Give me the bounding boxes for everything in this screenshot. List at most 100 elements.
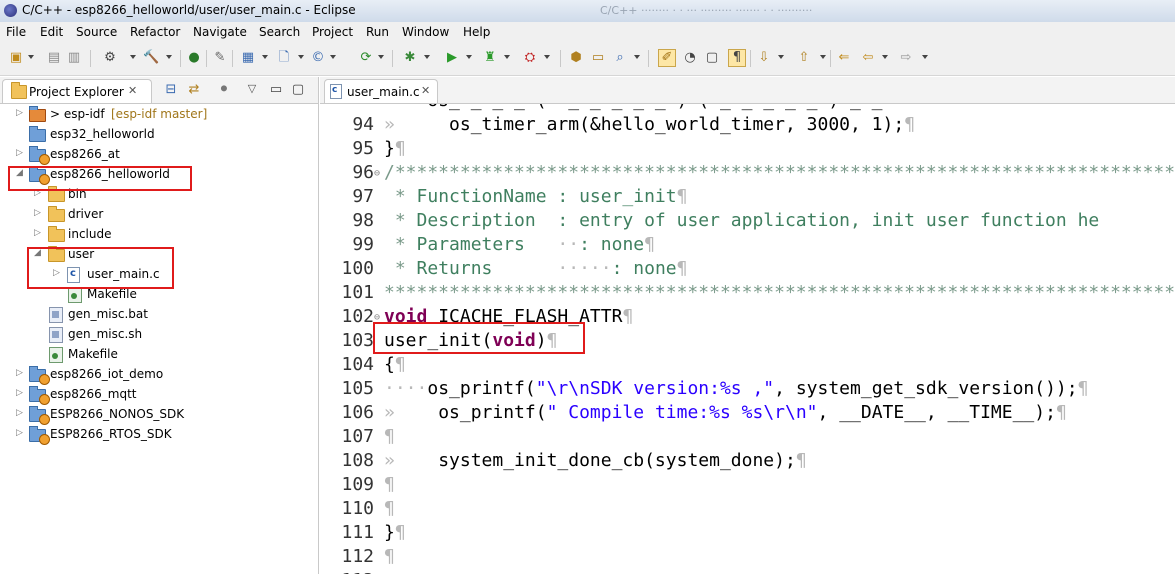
- expand-icon[interactable]: ▷: [16, 368, 26, 378]
- prev-annotation-icon[interactable]: ⇧: [796, 50, 812, 66]
- fold-toggle-icon[interactable]: ⊖: [374, 168, 380, 179]
- code-line[interactable]: }¶: [384, 138, 406, 159]
- new-source-icon[interactable]: 🗋: [276, 50, 292, 66]
- minimize-icon[interactable]: ▭: [268, 82, 284, 98]
- project-icon: [29, 426, 50, 445]
- tree-item-esp-idf[interactable]: ▷ > esp-idf [esp-idf master]: [0, 105, 318, 125]
- tree-item-esp8266-mqtt[interactable]: ▷ esp8266_mqtt: [0, 385, 318, 405]
- close-icon[interactable]: ✕: [128, 84, 137, 97]
- tab-user-main-c[interactable]: c user_main.c ✕: [324, 79, 438, 103]
- explorer-tab-bar: Project Explorer ✕ ⊟ ⇄ ⚫ ▽ ▭ ▢: [0, 77, 318, 104]
- debug-run-icon[interactable]: ✱: [402, 50, 418, 66]
- run-icon[interactable]: ▶: [444, 50, 460, 66]
- highlight-user-main-c: [27, 247, 174, 289]
- new-cpp-class-icon[interactable]: ▦: [240, 50, 256, 66]
- tree-label: Makefile: [68, 347, 118, 361]
- partial-code-line: os_ _ _ _ ( _ _ _ _ _ ) ( _ _ _ _ _ ) _ …: [384, 104, 882, 111]
- code-line[interactable]: * Parameters ··: none¶: [384, 234, 655, 255]
- expand-icon[interactable]: ▷: [16, 388, 26, 398]
- tree-item-gen-misc-bat[interactable]: gen_misc.bat: [0, 305, 318, 325]
- tree-item-driver[interactable]: ▷ driver: [0, 205, 318, 225]
- expand-icon[interactable]: ▷: [16, 148, 26, 158]
- maximize-icon[interactable]: ▢: [290, 82, 306, 98]
- project-explorer: Project Explorer ✕ ⊟ ⇄ ⚫ ▽ ▭ ▢ ▷ > esp-i…: [0, 77, 319, 574]
- external-tools-icon[interactable]: ⛭: [522, 50, 538, 66]
- view-menu-icon[interactable]: ⚫: [216, 82, 232, 98]
- code-line[interactable]: ¶: [384, 474, 395, 495]
- line-number: 104: [341, 354, 374, 375]
- menu-run[interactable]: Run: [366, 25, 389, 39]
- refresh-icon[interactable]: ⟳: [358, 50, 374, 66]
- code-line[interactable]: /***************************************…: [384, 162, 1175, 183]
- debug-icon[interactable]: ●: [186, 50, 202, 66]
- forward-icon[interactable]: ⇨: [898, 50, 914, 66]
- pencil-icon[interactable]: ✎: [212, 50, 228, 66]
- code-line[interactable]: ¶: [384, 426, 395, 447]
- code-line[interactable]: * Returns ·····: none¶: [384, 258, 688, 279]
- new-icon[interactable]: ▣: [8, 50, 24, 66]
- toolbar: ▣ ▤ ▥ ⚙ 🔨 ● ✎ ▦ 🗋 © ⟳ ✱ ▶ ♜ ⛭ ⬢ ▭ ⌕ ✐ ◔ …: [0, 42, 1175, 76]
- open-type-icon[interactable]: ⬢: [568, 50, 584, 66]
- menu-source[interactable]: Source: [76, 25, 117, 39]
- project-icon: [29, 366, 50, 385]
- menu-help[interactable]: Help: [463, 25, 490, 39]
- menu-window[interactable]: Window: [402, 25, 449, 39]
- code-line[interactable]: » system_init_done_cb(system_done);¶: [384, 450, 807, 471]
- mark-occurrences-icon[interactable]: ✐: [658, 49, 676, 67]
- tree-item-esp8266-iot-demo[interactable]: ▷ esp8266_iot_demo: [0, 365, 318, 385]
- manage-configs-icon[interactable]: ⚙: [102, 50, 118, 66]
- tree-item-esp8266-rtos-sdk[interactable]: ▷ ESP8266_RTOS_SDK: [0, 425, 318, 445]
- tree-item-include[interactable]: ▷ include: [0, 225, 318, 245]
- tab-label: user_main.c: [347, 85, 420, 99]
- tree-item-esp32-helloworld[interactable]: esp32_helloworld: [0, 125, 318, 145]
- menu-file[interactable]: File: [6, 25, 26, 39]
- tree-item-makefile[interactable]: Makefile: [0, 345, 318, 365]
- code-line[interactable]: }¶: [384, 522, 406, 543]
- search-icon[interactable]: ⌕: [612, 50, 628, 66]
- menu-search[interactable]: Search: [259, 25, 300, 39]
- code-line[interactable]: {¶: [384, 354, 406, 375]
- script-file-icon: [49, 327, 63, 343]
- code-line[interactable]: ¶: [384, 546, 395, 567]
- save-all-icon[interactable]: ▥: [66, 50, 82, 66]
- menu-navigate[interactable]: Navigate: [193, 25, 247, 39]
- show-whitespace-icon[interactable]: ¶: [728, 49, 746, 67]
- collapse-all-icon[interactable]: ⊟: [163, 82, 179, 98]
- link-editor-icon[interactable]: ⇄: [186, 82, 202, 98]
- code-line[interactable]: ¶: [384, 498, 395, 519]
- expand-icon[interactable]: ▷: [16, 428, 26, 438]
- save-icon[interactable]: ▤: [46, 50, 62, 66]
- tree-item-esp8266-at[interactable]: ▷ esp8266_at: [0, 145, 318, 165]
- expand-icon[interactable]: ▷: [16, 108, 26, 118]
- line-number: 105: [341, 378, 374, 399]
- code-line[interactable]: ····os_printf("\r\nSDK version:%s ,", sy…: [384, 378, 1088, 399]
- tree-item-gen-misc-sh[interactable]: gen_misc.sh: [0, 325, 318, 345]
- menu-refactor[interactable]: Refactor: [130, 25, 180, 39]
- menu-edit[interactable]: Edit: [40, 25, 63, 39]
- tree-label: esp32_helloworld: [50, 127, 155, 141]
- code-line[interactable]: » os_printf(" Compile time:%s %s\r\n", _…: [384, 402, 1067, 423]
- expand-icon[interactable]: ▷: [34, 228, 44, 238]
- code-line[interactable]: * Description : entry of user applicatio…: [384, 210, 1099, 231]
- close-icon[interactable]: ✕: [421, 84, 430, 97]
- toggle-highlight-icon[interactable]: ◔: [682, 50, 698, 66]
- code-line[interactable]: ****************************************…: [384, 282, 1175, 303]
- run-config-icon[interactable]: ♜: [482, 50, 498, 66]
- last-edit-icon[interactable]: ⇐: [836, 50, 852, 66]
- tree-item-esp8266-nonos-sdk[interactable]: ▷ ESP8266_NONOS_SDK: [0, 405, 318, 425]
- open-folder-icon[interactable]: ▭: [590, 50, 606, 66]
- chevron-down-icon[interactable]: ▽: [244, 81, 260, 97]
- toggle-block-icon[interactable]: ▢: [704, 50, 720, 66]
- next-annotation-icon[interactable]: ⇩: [756, 50, 772, 66]
- menu-project[interactable]: Project: [312, 25, 353, 39]
- menu-bar: File Edit Source Refactor Navigate Searc…: [0, 22, 1175, 42]
- tab-project-explorer[interactable]: Project Explorer ✕: [2, 79, 152, 103]
- expand-icon[interactable]: ▷: [34, 208, 44, 218]
- line-number: 113: [336, 570, 374, 574]
- new-header-icon[interactable]: ©: [310, 50, 326, 66]
- build-icon[interactable]: 🔨: [143, 50, 159, 66]
- code-line[interactable]: * FunctionName : user_init¶: [384, 186, 688, 207]
- back-icon[interactable]: ⇦: [860, 50, 876, 66]
- code-line[interactable]: » os_timer_arm(&hello_world_timer, 3000,…: [384, 114, 915, 135]
- expand-icon[interactable]: ▷: [16, 408, 26, 418]
